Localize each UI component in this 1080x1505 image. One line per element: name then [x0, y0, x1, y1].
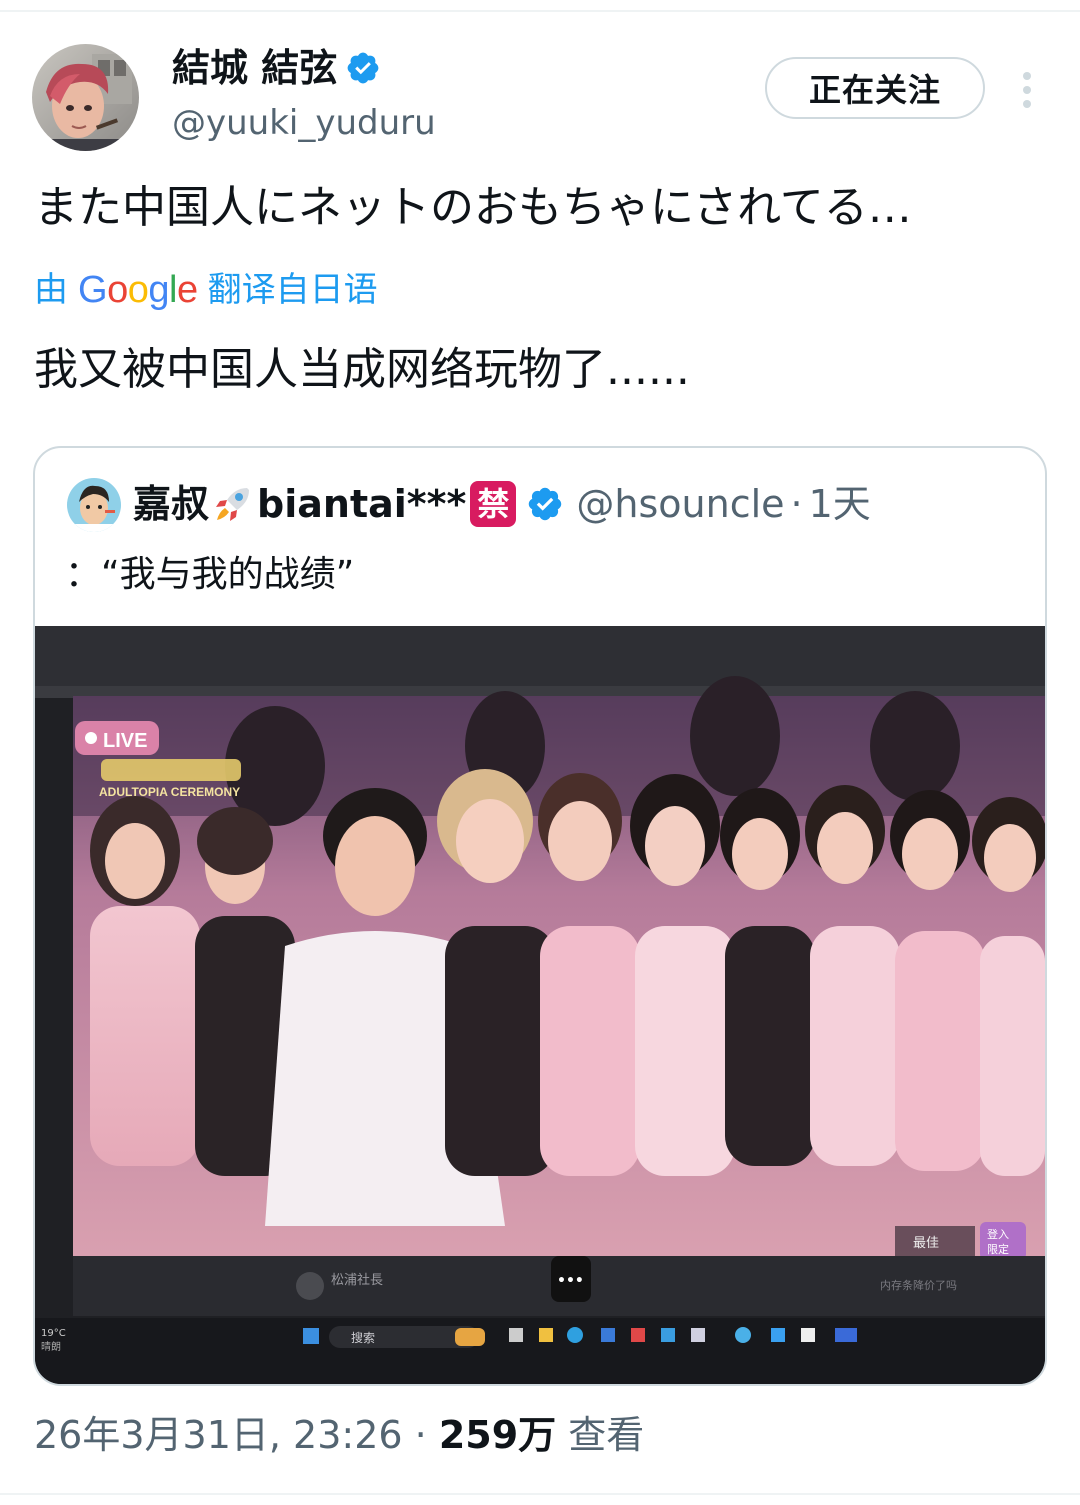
quote-author-name-2[interactable]: biantai***: [257, 476, 466, 532]
translate-suffix: 翻译自日语: [207, 270, 378, 310]
quote-tweet-card[interactable]: 嘉叔 biantai*** 禁 @hsouncle · 1天 ：“我与我的战绩”: [33, 446, 1047, 1386]
media-more-glyph: •••: [557, 1273, 584, 1289]
quote-author-handle[interactable]: @hsouncle: [576, 476, 784, 532]
author-handle[interactable]: @yuuki_yuduru: [172, 100, 436, 146]
live-badge-label: LIVE: [103, 730, 147, 752]
taskbar-search: 搜索: [351, 1330, 375, 1345]
quote-media-image[interactable]: LIVE ADULTOPIA CEREMONY 最佳 登入 限定 松浦社長 内存…: [35, 626, 1045, 1384]
google-logo: Google: [78, 269, 198, 311]
translation-attribution[interactable]: 由 Google 翻译自日语: [34, 266, 378, 314]
quote-text: ：“我与我的战绩”: [65, 554, 355, 595]
quote-author-name-1[interactable]: 嘉叔: [133, 476, 209, 532]
view-count: 259万: [438, 1413, 557, 1457]
author-name-row: 結城 結弦: [172, 42, 381, 94]
meta-separator: ·: [414, 1413, 439, 1457]
author-display-name[interactable]: 結城 結弦: [172, 42, 337, 94]
livestream-photo: LIVE ADULTOPIA CEREMONY 最佳 登入 限定 松浦社長 内存…: [35, 626, 1045, 1384]
quote-timestamp[interactable]: 1天: [809, 476, 871, 532]
divider: [0, 10, 1080, 12]
quote-separator: ·: [790, 482, 803, 526]
quote-header: 嘉叔 biantai*** 禁 @hsouncle · 1天: [133, 476, 871, 532]
author-avatar[interactable]: [32, 44, 139, 151]
tweet-meta: 26年3月31日, 23:26 · 259万 查看: [34, 1408, 644, 1462]
event-caption: ADULTOPIA CEREMONY: [99, 785, 240, 799]
view-label: 查看: [568, 1413, 645, 1457]
tweet-page: 結城 結弦 @yuuki_yuduru 正在关注 また中国人にネットのおもちゃに…: [0, 0, 1080, 1505]
tweet-date[interactable]: 26年3月31日, 23:26: [34, 1413, 403, 1457]
verified-badge-icon: [347, 52, 379, 84]
tweet-text: また中国人にネットのおもちゃにされてる…: [34, 182, 912, 233]
svg-text:限定: 限定: [987, 1242, 1009, 1256]
rocket-icon: [216, 488, 250, 521]
more-vertical-icon[interactable]: [1012, 70, 1042, 110]
ban-emoji-icon: 禁: [470, 481, 517, 527]
comment-user: 松浦社長: [331, 1272, 383, 1288]
weather-desc: 晴朗: [41, 1340, 61, 1353]
weather-temp: 19°C: [41, 1328, 66, 1339]
divider: [0, 1493, 1080, 1495]
translated-text: 我又被中国人当成网络玩物了......: [34, 344, 690, 395]
following-button[interactable]: 正在关注: [765, 57, 985, 119]
svg-text:登入: 登入: [987, 1227, 1009, 1241]
comment-right: 内存条降价了吗: [880, 1278, 957, 1292]
side-label: 最佳: [913, 1236, 939, 1251]
quote-author-avatar[interactable]: [67, 478, 121, 532]
translate-prefix: 由: [34, 270, 68, 310]
quote-verified-badge-icon: [529, 487, 562, 521]
